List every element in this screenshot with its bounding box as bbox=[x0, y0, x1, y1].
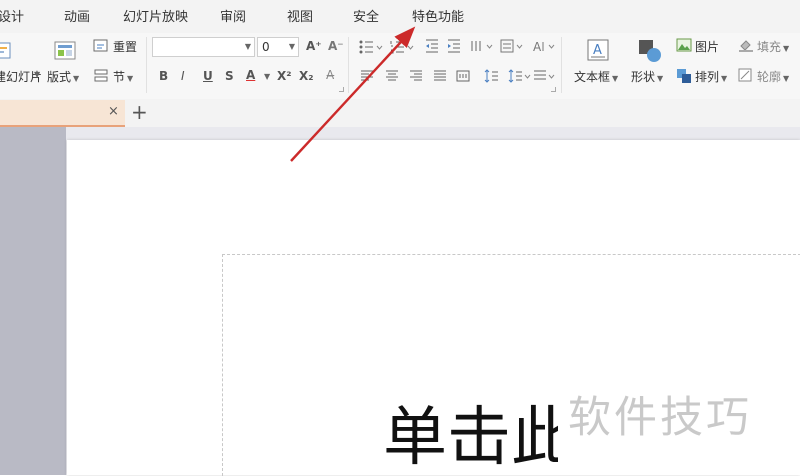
text-box-button[interactable]: 文本框 ▼ bbox=[574, 68, 618, 85]
paragraph-dialog-launcher-icon[interactable] bbox=[551, 87, 556, 92]
font-color-icon[interactable]: A bbox=[246, 68, 255, 82]
menu-view[interactable]: 视图 bbox=[287, 0, 313, 33]
underline-icon[interactable]: U bbox=[203, 69, 213, 83]
italic-icon[interactable]: I bbox=[181, 69, 185, 83]
superscript-icon[interactable]: X² bbox=[277, 69, 292, 83]
increase-indent-icon[interactable] bbox=[447, 39, 461, 53]
new-slide-icon[interactable] bbox=[0, 41, 12, 61]
outline-button[interactable]: 轮廓 ▼ bbox=[757, 68, 789, 85]
align-center-icon[interactable] bbox=[385, 70, 399, 82]
picture-icon[interactable] bbox=[676, 38, 692, 52]
justify-icon[interactable] bbox=[433, 70, 447, 82]
font-color-caret[interactable]: ▼ bbox=[264, 72, 270, 81]
document-tab[interactable]: × bbox=[0, 100, 125, 127]
text-box-icon[interactable]: A bbox=[587, 39, 609, 63]
decrease-indent-icon[interactable] bbox=[425, 39, 439, 53]
chevron-down-icon: ▼ bbox=[288, 42, 295, 51]
reset-button[interactable]: 重置 bbox=[113, 38, 137, 55]
svg-text:A: A bbox=[593, 43, 602, 58]
bullet-list-icon[interactable] bbox=[359, 40, 385, 54]
text-layout-icon[interactable]: A bbox=[533, 39, 559, 54]
new-tab-button[interactable]: + bbox=[131, 100, 148, 124]
picture-button[interactable]: 图片 bbox=[695, 38, 719, 55]
reset-icon[interactable] bbox=[93, 38, 109, 54]
menu-special-features[interactable]: 特色功能 bbox=[412, 0, 464, 33]
align-left-icon[interactable] bbox=[360, 70, 374, 82]
layout-button[interactable]: 版式 ▼ bbox=[47, 68, 79, 85]
slide-title-text[interactable]: 单击此处添加标题 bbox=[383, 398, 558, 475]
text-direction-icon[interactable] bbox=[470, 39, 496, 53]
section-icon[interactable] bbox=[93, 68, 109, 84]
menu-slideshow[interactable]: 幻灯片放映 bbox=[123, 0, 188, 33]
fill-button[interactable]: 填充 ▼ bbox=[757, 38, 789, 55]
increase-font-icon[interactable]: A⁺ bbox=[306, 39, 322, 53]
decrease-font-icon[interactable]: A⁻ bbox=[328, 39, 344, 53]
separator bbox=[561, 37, 562, 93]
arrange-icon[interactable] bbox=[676, 68, 692, 84]
ribbon-toolbar: 新建幻灯片 ▼ 版式▼ 重置 节▼ ▼ 0 ▼ A⁺ A⁻ B I U S A … bbox=[0, 33, 800, 100]
outline-icon[interactable] bbox=[738, 68, 754, 84]
line-spacing-icon[interactable] bbox=[484, 69, 510, 83]
clear-format-icon[interactable]: A̶ bbox=[326, 68, 334, 82]
align-text-icon[interactable] bbox=[500, 39, 526, 53]
font-size-select[interactable]: 0 ▼ bbox=[257, 37, 299, 57]
font-name-select[interactable]: ▼ bbox=[152, 37, 255, 57]
document-tab-bar: × + bbox=[0, 99, 800, 127]
distribute-icon[interactable] bbox=[456, 70, 470, 82]
svg-text:A: A bbox=[533, 40, 542, 53]
columns-icon[interactable] bbox=[533, 69, 559, 83]
menu-security[interactable]: 安全 bbox=[353, 0, 379, 33]
menu-design[interactable]: 设计 bbox=[0, 0, 24, 33]
fill-icon[interactable] bbox=[738, 38, 754, 52]
watermark-text: 软件技巧 bbox=[568, 393, 752, 443]
arrange-button[interactable]: 排列 ▼ bbox=[695, 68, 727, 85]
numbered-list-icon[interactable] bbox=[390, 40, 416, 54]
new-slide-caret[interactable]: ▼ bbox=[34, 70, 40, 79]
font-dialog-launcher-icon[interactable] bbox=[339, 87, 344, 92]
chevron-down-icon: ▼ bbox=[244, 42, 251, 51]
section-button[interactable]: 节 ▼ bbox=[113, 68, 133, 85]
shape-icon[interactable] bbox=[638, 39, 662, 63]
layout-icon[interactable] bbox=[54, 41, 76, 61]
shadow-icon[interactable]: S bbox=[225, 69, 234, 83]
separator bbox=[348, 37, 349, 93]
menu-review[interactable]: 审阅 bbox=[220, 0, 246, 33]
bold-icon[interactable]: B bbox=[159, 69, 168, 83]
slide-thumbnail-panel[interactable] bbox=[0, 127, 66, 475]
align-right-icon[interactable] bbox=[409, 70, 423, 82]
paragraph-spacing-icon[interactable] bbox=[508, 69, 534, 83]
separator bbox=[146, 37, 147, 93]
shape-button[interactable]: 形状 ▼ bbox=[631, 68, 663, 85]
menu-animation[interactable]: 动画 bbox=[64, 0, 90, 33]
close-icon[interactable]: × bbox=[108, 104, 119, 119]
menu-bar: 设计 动画 幻灯片放映 审阅 视图 安全 特色功能 bbox=[0, 0, 800, 34]
subscript-icon[interactable]: X₂ bbox=[299, 69, 314, 83]
